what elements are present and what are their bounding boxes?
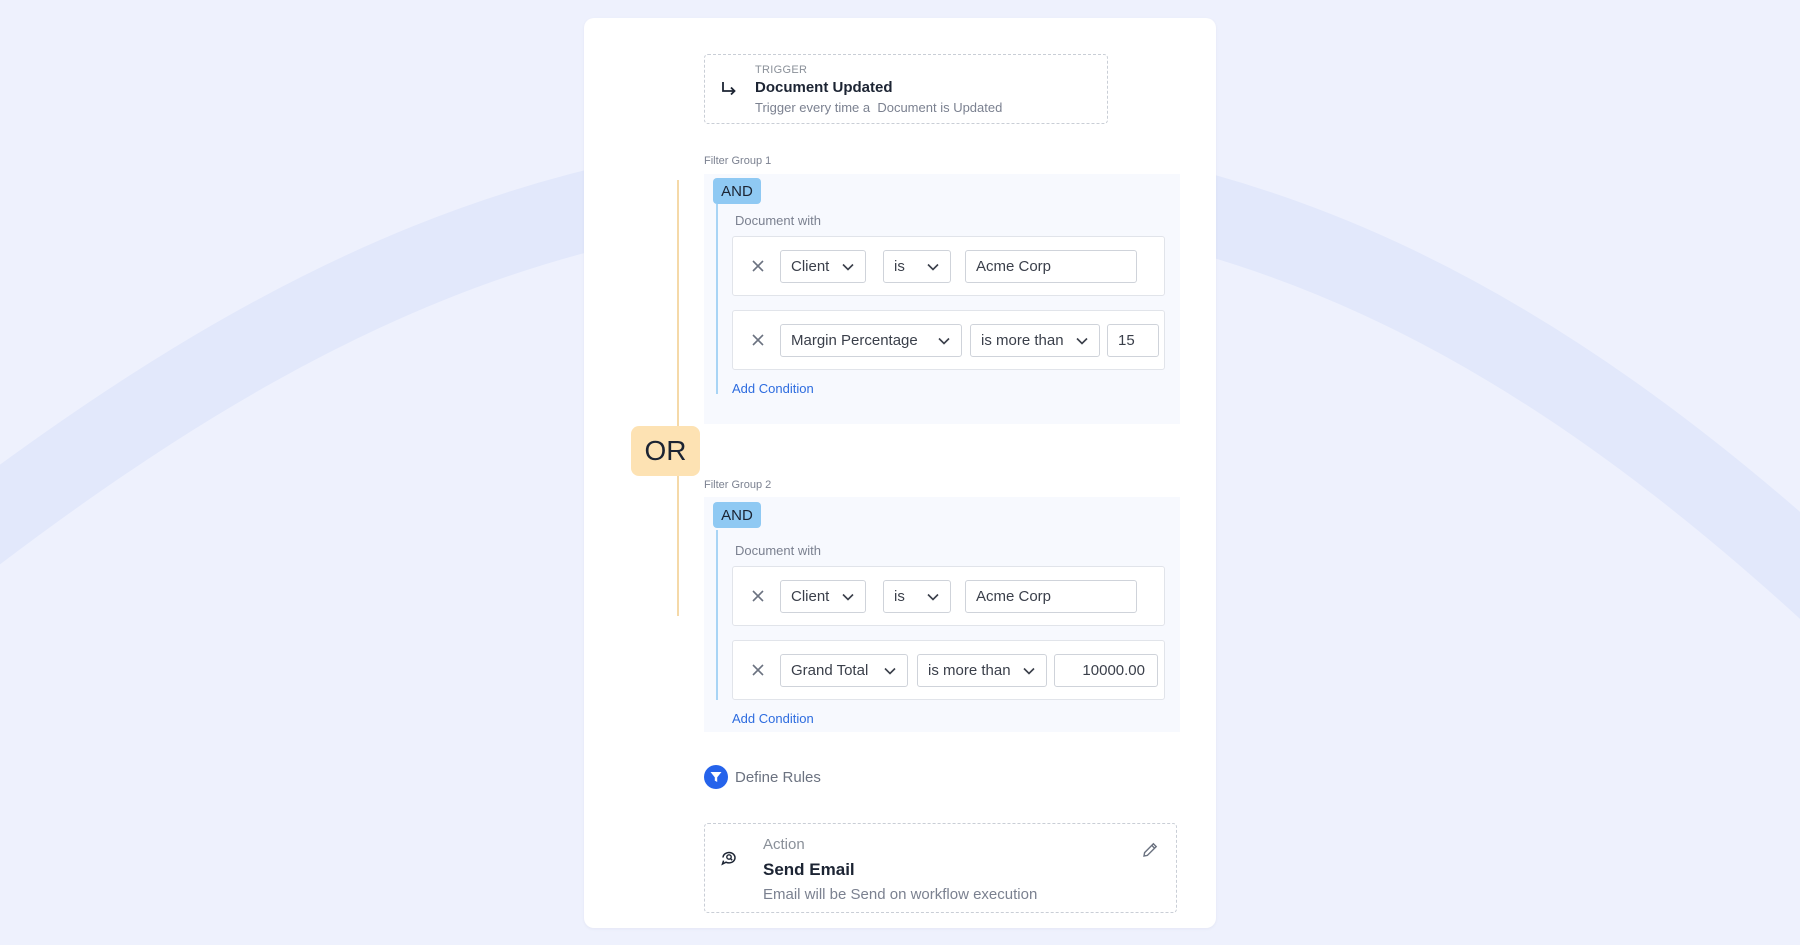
close-icon[interactable] [747, 329, 769, 351]
filter-group-1-line [716, 204, 718, 394]
trigger-description: Trigger every time a Document is Updated [755, 100, 1003, 115]
operator-select-value: is [894, 258, 905, 275]
close-icon[interactable] [747, 255, 769, 277]
chat-search-icon [721, 851, 736, 866]
value-input[interactable]: 15 [1107, 324, 1159, 357]
chevron-down-icon [842, 593, 854, 601]
define-rules-label: Define Rules [735, 768, 821, 786]
trigger-box[interactable]: TRIGGER Document Updated Trigger every t… [704, 54, 1108, 124]
filter-group-1-label: Filter Group 1 [704, 155, 772, 167]
close-icon[interactable] [747, 659, 769, 681]
chevron-down-icon [927, 593, 939, 601]
value-input[interactable]: 10000.00 [1054, 654, 1158, 687]
field-select-value: Client [791, 588, 830, 605]
field-select[interactable]: Client [780, 250, 866, 283]
define-rules-button[interactable]: Define Rules [704, 765, 821, 789]
close-icon[interactable] [747, 585, 769, 607]
action-title: Send Email [763, 860, 855, 879]
value-input[interactable]: Acme Corp [965, 250, 1137, 283]
condition-row: Grand Total is more than 10000.00 [732, 640, 1165, 700]
chevron-down-icon [938, 337, 950, 345]
action-label: Action [763, 836, 805, 853]
or-connector-line [677, 180, 679, 616]
pencil-icon[interactable] [1140, 840, 1160, 860]
chevron-down-icon [884, 667, 896, 675]
condition-row: Client is Acme Corp [732, 566, 1165, 626]
field-select-value: Client [791, 258, 830, 275]
value-input-text: 15 [1118, 332, 1135, 349]
operator-select-value: is more than [928, 662, 1011, 679]
operator-select[interactable]: is [883, 580, 951, 613]
field-select[interactable]: Client [780, 580, 866, 613]
operator-select[interactable]: is [883, 250, 951, 283]
chevron-down-icon [1023, 667, 1035, 675]
funnel-icon [704, 765, 728, 789]
value-input-text: Acme Corp [976, 588, 1052, 605]
value-input-text: 10000.00 [1082, 662, 1145, 679]
condition-row: Client is Acme Corp [732, 236, 1165, 296]
operator-select[interactable]: is more than [970, 324, 1100, 357]
filter-group-2-label: Filter Group 2 [704, 479, 772, 491]
or-badge[interactable]: OR [631, 426, 700, 476]
add-condition-link[interactable]: Add Condition [732, 711, 814, 726]
operator-select[interactable]: is more than [917, 654, 1047, 687]
trigger-label: TRIGGER [755, 64, 808, 76]
enter-arrow-icon [722, 82, 736, 96]
value-input-text: Acme Corp [976, 258, 1052, 275]
chevron-down-icon [927, 263, 939, 271]
field-select[interactable]: Margin Percentage [780, 324, 962, 357]
field-select-value: Grand Total [791, 662, 869, 679]
chevron-down-icon [1076, 337, 1088, 345]
chevron-down-icon [842, 263, 854, 271]
trigger-title: Document Updated [755, 79, 893, 96]
field-select-value: Margin Percentage [791, 332, 918, 349]
condition-row: Margin Percentage is more than 15 [732, 310, 1165, 370]
document-with-label: Document with [735, 213, 821, 228]
action-description: Email will be Send on workflow execution [763, 886, 1038, 903]
and-badge[interactable]: AND [713, 502, 761, 528]
field-select[interactable]: Grand Total [780, 654, 908, 687]
document-with-label: Document with [735, 543, 821, 558]
add-condition-link[interactable]: Add Condition [732, 381, 814, 396]
value-input[interactable]: Acme Corp [965, 580, 1137, 613]
operator-select-value: is [894, 588, 905, 605]
operator-select-value: is more than [981, 332, 1064, 349]
and-badge[interactable]: AND [713, 178, 761, 204]
action-box[interactable]: Action Send Email Email will be Send on … [704, 823, 1177, 913]
filter-group-2-line [716, 530, 718, 700]
